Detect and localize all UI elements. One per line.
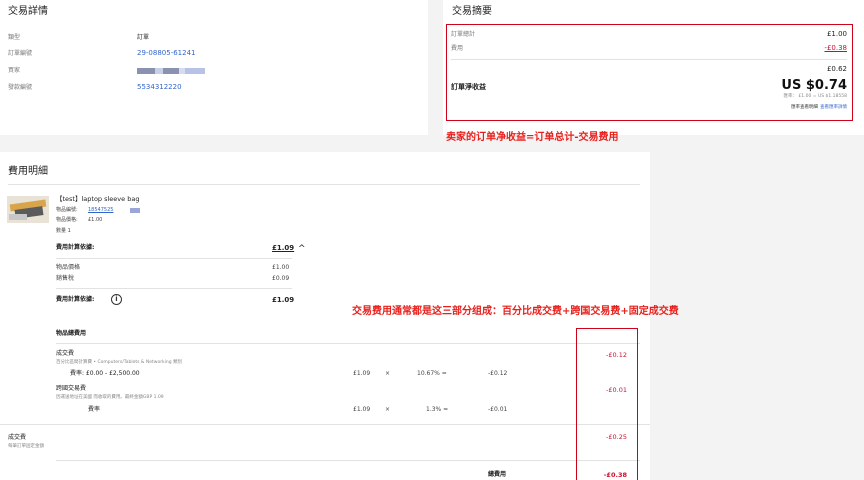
details-type-label: 類型 (8, 34, 21, 41)
details-order-label: 訂單編號 (8, 50, 33, 57)
fee-basis2-label: 費用計算依據: (56, 296, 95, 303)
intl-times: × (385, 406, 391, 413)
summary-title: 交易摘要 (452, 6, 492, 17)
fixed-fee-desc: 每筆訂單固定金額 (8, 444, 44, 449)
intl-base: £1.09 (353, 406, 371, 413)
final-value-base: £1.09 (353, 370, 371, 377)
summary-subtotal: £0.62 (826, 65, 847, 73)
basis-row-price-value: £1.00 (272, 264, 290, 271)
fee-totals-highlight-box: -£0.12 -£0.01 -£0.25 -£0.38 (576, 328, 638, 480)
order-total-label: 訂單總計 (451, 31, 476, 38)
intl-fee-desc: 因運送地址在美國 而收取的費用。最終金額GBP 1.09 (56, 395, 164, 400)
intl-pct: 1.3% = (426, 406, 449, 413)
fee-detail-divider (8, 184, 640, 185)
payout-number-link[interactable]: 5534312220 (137, 84, 182, 91)
net-earnings-label: 訂單淨收益 (451, 83, 486, 91)
total-fees-label: 總費用 (488, 471, 507, 478)
item-fees-section-label: 物品總費用 (56, 330, 87, 337)
fee-basis2-value: £1.09 (272, 296, 295, 304)
item-id-redacted (130, 208, 140, 213)
item-thumbnail (7, 196, 49, 223)
final-value-fee-label: 成交費 (56, 350, 75, 357)
exchange-fine-note: 匯率查看明細 (791, 105, 818, 110)
final-value-fee-total: -£0.12 (606, 351, 627, 359)
fixed-fee-label: 成交費 (8, 434, 27, 441)
fee-basis-label: 費用計算依據: (56, 244, 95, 251)
basis-row-price-label: 物品價格 (56, 264, 81, 271)
summary-highlight-box: 訂單總計 £1.00 費用 -£0.38 £0.62 訂單淨收益 US $0.7… (446, 24, 853, 121)
info-icon[interactable]: i (111, 294, 122, 305)
net-earnings-value: US $0.74 (781, 78, 847, 93)
item-price-value: £1.00 (88, 217, 103, 223)
item-price-label: 物品價格: (56, 217, 78, 223)
exchange-details-link[interactable]: 查看匯率詳情 (820, 105, 847, 111)
annotation-fee-components: 交易费用通常都是这三部分组成：百分比成交费+跨国交易费+固定成交费 (352, 306, 679, 317)
fees-label: 費用 (451, 45, 464, 52)
basis-row-tax-label: 銷售稅 (56, 275, 75, 282)
annotation-net-earnings: 卖家的订单净收益=订单总计-交易费用 (446, 132, 619, 143)
buyer-name-link[interactable] (137, 68, 205, 74)
final-value-pct: 10.67% = (417, 370, 447, 377)
final-value-rate-label: 費率: £0.00 - £2,500.00 (70, 370, 140, 377)
intl-fee-label: 跨國交易費 (56, 385, 87, 392)
order-total-value: £1.00 (826, 30, 847, 38)
chevron-up-icon[interactable]: ^ (298, 245, 306, 254)
item-quantity: 數量 1 (56, 228, 71, 234)
intl-fee-total: -£0.01 (606, 386, 627, 394)
intl-result: -£0.01 (488, 406, 508, 413)
fees-value-link[interactable]: -£0.38 (824, 45, 847, 52)
summary-divider (451, 59, 847, 60)
item-id-link[interactable]: 18547525 (88, 208, 113, 213)
exchange-rate-note: 匯率： £1.00 = US $1.18558 (783, 94, 848, 99)
final-value-fee-desc: 百分比區間計算費 • Computers/Tablets & Networkin… (56, 360, 183, 365)
order-number-link[interactable]: 29-08805-61241 (137, 50, 196, 57)
fee-detail-title: 費用明細 (8, 166, 48, 177)
final-value-result: -£0.12 (488, 370, 508, 377)
fixed-fee-total: -£0.25 (606, 433, 627, 441)
details-card: 交易詳情 類型 訂單 訂單編號 29-08805-61241 買家 發款編號 5… (0, 0, 428, 135)
details-type-value: 訂單 (137, 34, 150, 41)
item-title-link[interactable]: 【test】laptop sleeve bag (56, 196, 139, 203)
details-title: 交易詳情 (8, 6, 48, 17)
total-fees-value: -£0.38 (603, 471, 627, 479)
fee-basis-value: £1.09 (272, 244, 295, 252)
item-id-label: 物品編號: (56, 207, 78, 213)
basis-row-tax-value: £0.09 (272, 275, 290, 282)
details-payout-label: 發款編號 (8, 84, 33, 91)
intl-rate-label: 費率 (88, 406, 101, 413)
details-buyer-label: 買家 (8, 67, 21, 74)
final-value-times: × (385, 370, 391, 377)
